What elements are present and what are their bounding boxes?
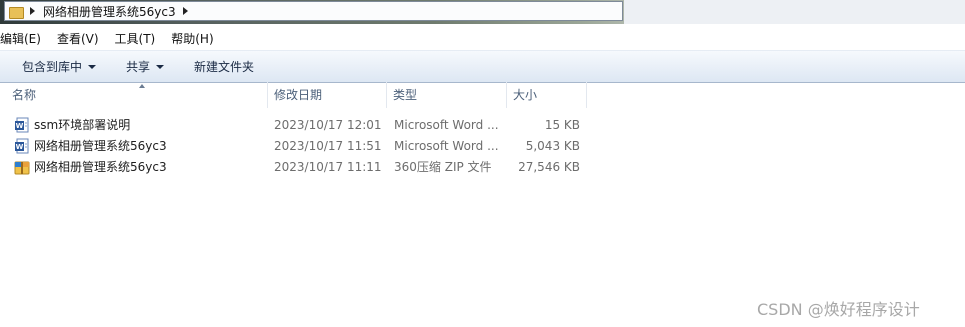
file-date: 2023/10/17 11:11 <box>274 160 382 174</box>
new-folder-label: 新建文件夹 <box>194 60 255 74</box>
breadcrumb-separator-icon[interactable] <box>30 7 35 15</box>
file-date: 2023/10/17 12:01 <box>274 118 382 132</box>
file-name: ssm环境部署说明 <box>34 118 131 132</box>
word-doc-icon: W <box>15 117 29 133</box>
folder-icon <box>9 5 24 19</box>
include-in-library-button[interactable]: 包含到库中 <box>22 58 97 75</box>
file-type: 360压缩 ZIP 文件 <box>394 160 492 174</box>
watermark: CSDN @焕好程序设计 <box>757 300 920 319</box>
svg-text:W: W <box>16 143 24 151</box>
command-bar: 包含到库中 共享 新建文件夹 <box>0 50 965 83</box>
menu-help[interactable]: 帮助(H) <box>171 30 213 47</box>
chevron-down-icon <box>88 64 97 69</box>
column-header: 名称 修改日期 类型 大小 <box>0 82 965 108</box>
file-type: Microsoft Word ... <box>394 118 499 132</box>
file-type: Microsoft Word ... <box>394 139 499 153</box>
file-row[interactable]: 网络相册管理系统56yc3 2023/10/17 11:11 360压缩 ZIP… <box>0 157 600 177</box>
file-row[interactable]: W 网络相册管理系统56yc3 2023/10/17 11:51 Microso… <box>0 136 600 156</box>
menu-tools[interactable]: 工具(T) <box>115 30 156 47</box>
file-name: 网络相册管理系统56yc3 <box>34 160 167 174</box>
search-area <box>624 0 965 24</box>
include-in-library-label: 包含到库中 <box>22 60 83 74</box>
column-name-label: 名称 <box>12 88 37 102</box>
column-size-label: 大小 <box>513 88 538 102</box>
file-row[interactable]: W ssm环境部署说明 2023/10/17 12:01 Microsoft W… <box>0 115 600 135</box>
file-name: 网络相册管理系统56yc3 <box>34 139 167 153</box>
file-size: 15 KB <box>544 118 580 132</box>
share-button[interactable]: 共享 <box>126 58 165 75</box>
column-size[interactable]: 大小 <box>507 82 587 108</box>
menu-view[interactable]: 查看(V) <box>57 30 99 47</box>
column-date[interactable]: 修改日期 <box>268 82 387 108</box>
file-size: 5,043 KB <box>525 139 580 153</box>
column-type-label: 类型 <box>393 88 418 102</box>
svg-text:W: W <box>16 122 24 130</box>
column-name[interactable]: 名称 <box>6 82 268 108</box>
zip-archive-icon <box>14 161 30 175</box>
menu-bar: 编辑(E) 查看(V) 工具(T) 帮助(H) <box>0 28 230 48</box>
menu-edit[interactable]: 编辑(E) <box>0 30 41 47</box>
breadcrumb-current[interactable]: 网络相册管理系统56yc3 <box>43 3 176 20</box>
column-type[interactable]: 类型 <box>387 82 507 108</box>
share-label: 共享 <box>126 60 151 74</box>
file-date: 2023/10/17 11:51 <box>274 139 382 153</box>
word-doc-icon: W <box>15 138 29 154</box>
sort-ascending-icon <box>139 84 145 88</box>
column-date-label: 修改日期 <box>274 88 323 102</box>
new-folder-button[interactable]: 新建文件夹 <box>194 58 254 75</box>
address-bar-area: 网络相册管理系统56yc3 <box>0 0 965 24</box>
breadcrumb-chevron-icon[interactable] <box>182 7 188 15</box>
chevron-down-icon <box>156 64 165 69</box>
address-bar[interactable]: 网络相册管理系统56yc3 <box>4 1 623 21</box>
file-size: 27,546 KB <box>518 160 580 174</box>
